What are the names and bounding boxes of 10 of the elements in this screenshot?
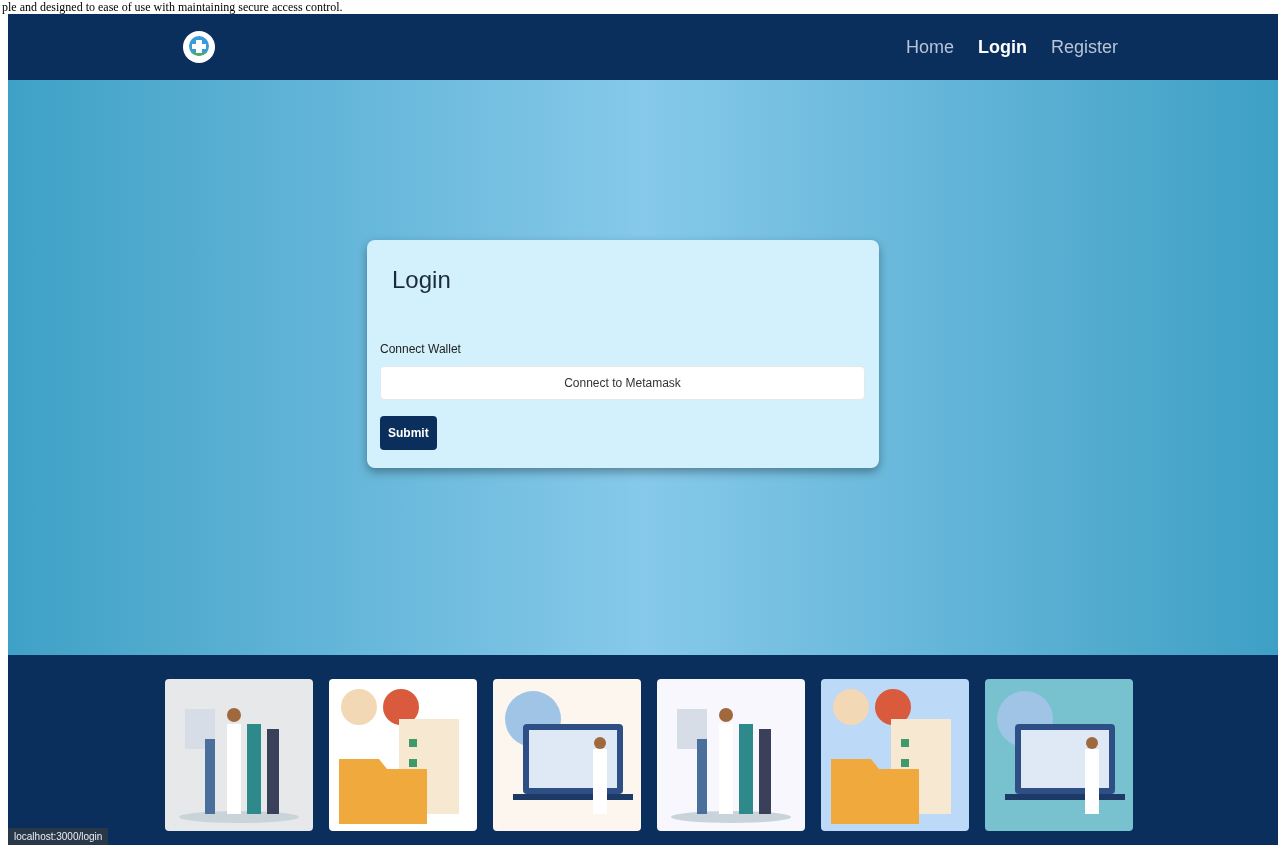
caption-text: ple and designed to ease of use with maintaining secure access control. [1,0,344,14]
status-url: localhost:3000/login [8,828,109,845]
nav-link[interactable]: Login [978,36,1027,58]
field-label: Connect Wallet [380,342,461,356]
logo-icon [183,31,215,63]
submit-button[interactable]: Submit [380,416,437,450]
nav-link[interactable]: Register [1050,36,1118,58]
nav-link[interactable]: Home [905,36,954,58]
login-title: Login [392,266,451,294]
connect-button[interactable]: Connect to Metamask [380,366,865,400]
